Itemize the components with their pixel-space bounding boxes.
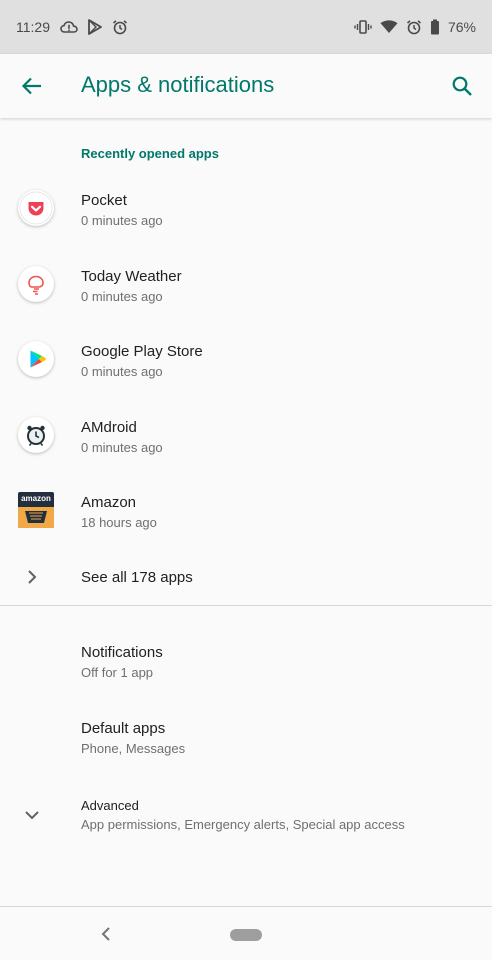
app-last-opened: 18 hours ago xyxy=(81,515,157,530)
chevron-down-icon xyxy=(22,805,42,825)
amazon-icon: amazon xyxy=(18,492,54,528)
app-row-google-play-store[interactable]: Google Play Store 0 minutes ago xyxy=(0,321,492,397)
nav-home-pill[interactable] xyxy=(230,929,262,941)
back-arrow-icon[interactable] xyxy=(18,72,46,100)
advanced-setting[interactable]: Advanced App permissions, Emergency aler… xyxy=(0,784,492,846)
app-row-amdroid[interactable]: AMdroid 0 minutes ago xyxy=(0,397,492,473)
default-apps-setting[interactable]: Default apps Phone, Messages xyxy=(0,706,492,768)
setting-subtitle: Phone, Messages xyxy=(81,741,186,756)
setting-title: Advanced xyxy=(81,798,139,813)
nav-back-icon[interactable] xyxy=(96,924,116,944)
app-last-opened: 0 minutes ago xyxy=(81,440,163,455)
app-name: Amazon xyxy=(81,494,137,511)
setting-subtitle: Off for 1 app xyxy=(81,665,154,680)
divider xyxy=(0,605,492,606)
status-time: 11:29 xyxy=(16,19,50,35)
see-all-apps-button[interactable]: See all 178 apps xyxy=(0,555,492,601)
app-row-today-weather[interactable]: Today Weather 0 minutes ago xyxy=(0,246,492,322)
amazon-icon-text: amazon xyxy=(21,494,51,503)
battery-level: 76% xyxy=(447,19,476,35)
app-last-opened: 0 minutes ago xyxy=(81,213,163,228)
app-last-opened: 0 minutes ago xyxy=(81,364,163,379)
vibrate-icon xyxy=(354,19,372,35)
app-name: AMdroid xyxy=(81,419,137,436)
alarm-icon xyxy=(112,19,128,35)
battery-icon xyxy=(430,19,440,35)
page-title: Apps & notifications xyxy=(81,72,275,97)
play-store-icon xyxy=(18,341,54,377)
app-last-opened: 0 minutes ago xyxy=(81,289,163,304)
play-store-icon xyxy=(88,19,102,35)
today-weather-icon xyxy=(18,266,54,302)
status-bar: 11:29 76% xyxy=(0,0,492,54)
section-header: Recently opened apps xyxy=(81,146,219,161)
setting-subtitle: App permissions, Emergency alerts, Speci… xyxy=(81,817,405,832)
setting-title: Default apps xyxy=(81,720,166,737)
notifications-setting[interactable]: Notifications Off for 1 app xyxy=(0,630,492,692)
app-row-pocket[interactable]: Pocket 0 minutes ago xyxy=(0,170,492,246)
app-bar: Apps & notifications xyxy=(0,54,492,118)
app-name: Pocket xyxy=(81,192,127,209)
app-row-amazon[interactable]: amazon Amazon 18 hours ago xyxy=(0,472,492,548)
navigation-bar xyxy=(0,906,492,960)
wifi-icon xyxy=(380,20,398,34)
setting-title: Notifications xyxy=(81,644,163,661)
cloud-alert-icon xyxy=(60,19,78,35)
pocket-icon xyxy=(18,190,54,226)
app-name: Google Play Store xyxy=(81,343,203,360)
app-name: Today Weather xyxy=(81,268,182,285)
see-all-label: See all 178 apps xyxy=(81,569,193,586)
alarm-clock-icon xyxy=(18,417,54,453)
chevron-right-icon xyxy=(22,567,42,587)
search-icon[interactable] xyxy=(448,72,476,100)
alarm-icon xyxy=(406,19,422,35)
